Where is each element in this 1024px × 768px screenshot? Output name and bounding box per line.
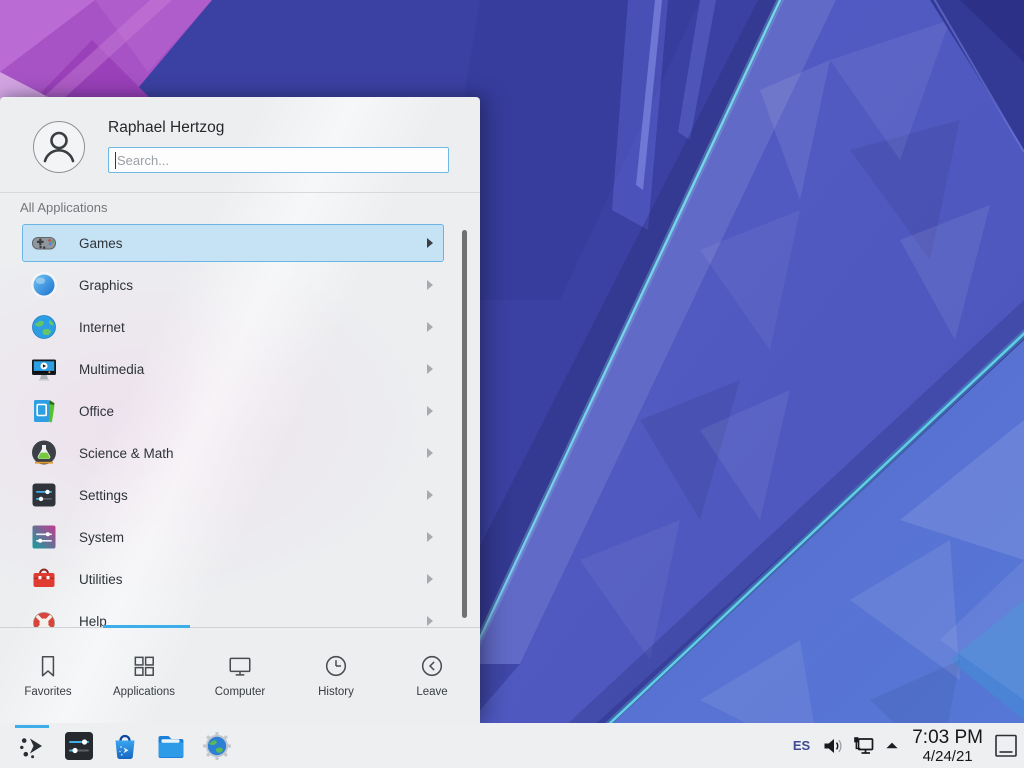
clock-date: 4/24/21	[912, 749, 983, 764]
leave-icon	[419, 653, 445, 679]
clock-time: 7:03 PM	[912, 728, 983, 747]
application-launcher-button[interactable]	[17, 730, 49, 762]
lifebuoy-icon	[30, 607, 58, 627]
user-avatar[interactable]	[33, 121, 85, 173]
tab-label: Applications	[113, 686, 175, 698]
launcher-header: Raphael Hertzog Search...	[0, 97, 480, 192]
network-icon[interactable]	[852, 734, 876, 758]
sliders-icon	[30, 481, 58, 509]
tab-history[interactable]: History	[288, 628, 384, 723]
category-label: Games	[79, 236, 123, 251]
category-label: Internet	[79, 320, 125, 335]
tab-applications[interactable]: Applications	[96, 628, 192, 723]
category-label: Science & Math	[79, 446, 174, 461]
submenu-arrow-icon	[427, 406, 433, 416]
user-icon	[34, 122, 84, 172]
submenu-arrow-icon	[427, 616, 433, 626]
gamepad-icon	[30, 229, 58, 257]
category-office[interactable]: Office	[22, 392, 444, 430]
search-placeholder: Search...	[117, 153, 169, 168]
submenu-arrow-icon	[427, 574, 433, 584]
category-games[interactable]: Games	[22, 224, 444, 262]
category-internet[interactable]: Internet	[22, 308, 444, 346]
category-label: System	[79, 530, 124, 545]
clock-icon	[323, 653, 349, 679]
bookmark-icon	[35, 653, 61, 679]
submenu-arrow-icon	[427, 532, 433, 542]
kde-launcher-icon	[17, 730, 49, 762]
konqueror-launcher[interactable]	[201, 730, 233, 762]
tab-leave[interactable]: Leave	[384, 628, 480, 723]
category-label: Multimedia	[79, 362, 144, 377]
taskbar-panel: ES 7:03 PM 4/24/21	[0, 723, 1024, 768]
search-input[interactable]: Search...	[108, 147, 449, 173]
monitor-play-icon	[30, 355, 58, 383]
application-launcher-menu: Raphael Hertzog Search... All Applicatio…	[0, 97, 480, 723]
system-settings-launcher[interactable]	[63, 730, 95, 762]
section-label: All Applications	[20, 200, 107, 215]
sphere-icon	[30, 271, 58, 299]
category-help[interactable]: Help	[22, 602, 444, 627]
category-science-math[interactable]: Science & Math	[22, 434, 444, 472]
launcher-tabbar: Favorites Applications C	[0, 628, 480, 723]
header-divider	[0, 192, 480, 193]
tab-label: Favorites	[24, 686, 71, 698]
tab-favorites[interactable]: Favorites	[0, 628, 96, 723]
tab-label: Computer	[215, 686, 266, 698]
application-category-list: Games Graphics	[0, 218, 480, 627]
dolphin-launcher[interactable]	[155, 730, 187, 762]
globe-icon	[30, 313, 58, 341]
category-label: Graphics	[79, 278, 133, 293]
dolphin-icon	[155, 730, 187, 762]
submenu-arrow-icon	[427, 238, 433, 248]
active-task-indicator	[15, 725, 49, 728]
computer-icon	[227, 653, 253, 679]
desktop: Raphael Hertzog Search... All Applicatio…	[0, 0, 1024, 768]
category-multimedia[interactable]: Multimedia	[22, 350, 444, 388]
tab-label: History	[318, 686, 354, 698]
show-desktop-icon[interactable]	[993, 733, 1019, 759]
category-utilities[interactable]: Utilities	[22, 560, 444, 598]
keyboard-layout-indicator[interactable]: ES	[793, 738, 810, 753]
tab-label: Leave	[416, 686, 447, 698]
category-label: Utilities	[79, 572, 123, 587]
category-label: Settings	[79, 488, 128, 503]
submenu-arrow-icon	[427, 280, 433, 290]
volume-icon[interactable]	[821, 734, 845, 758]
submenu-arrow-icon	[427, 364, 433, 374]
category-graphics[interactable]: Graphics	[22, 266, 444, 304]
list-scrollbar[interactable]	[462, 230, 467, 618]
document-icon	[30, 397, 58, 425]
konqueror-icon	[201, 730, 233, 762]
toolbox-icon	[30, 565, 58, 593]
discover-launcher[interactable]	[109, 730, 141, 762]
clock-widget[interactable]: 7:03 PM 4/24/21	[912, 728, 983, 764]
category-system[interactable]: System	[22, 518, 444, 556]
category-settings[interactable]: Settings	[22, 476, 444, 514]
submenu-arrow-icon	[427, 490, 433, 500]
taskbar-launchers	[0, 723, 233, 768]
submenu-arrow-icon	[427, 448, 433, 458]
user-name: Raphael Hertzog	[108, 119, 224, 137]
tab-computer[interactable]: Computer	[192, 628, 288, 723]
system-settings-icon	[63, 730, 95, 762]
discover-icon	[109, 730, 141, 762]
system-sliders-icon	[30, 523, 58, 551]
grid-icon	[131, 653, 157, 679]
expand-tray-icon[interactable]	[883, 737, 901, 755]
flask-icon	[30, 439, 58, 467]
system-tray: ES 7:03 PM 4/24/21	[793, 723, 1024, 768]
text-caret	[115, 152, 116, 169]
submenu-arrow-icon	[427, 322, 433, 332]
category-label: Office	[79, 404, 114, 419]
